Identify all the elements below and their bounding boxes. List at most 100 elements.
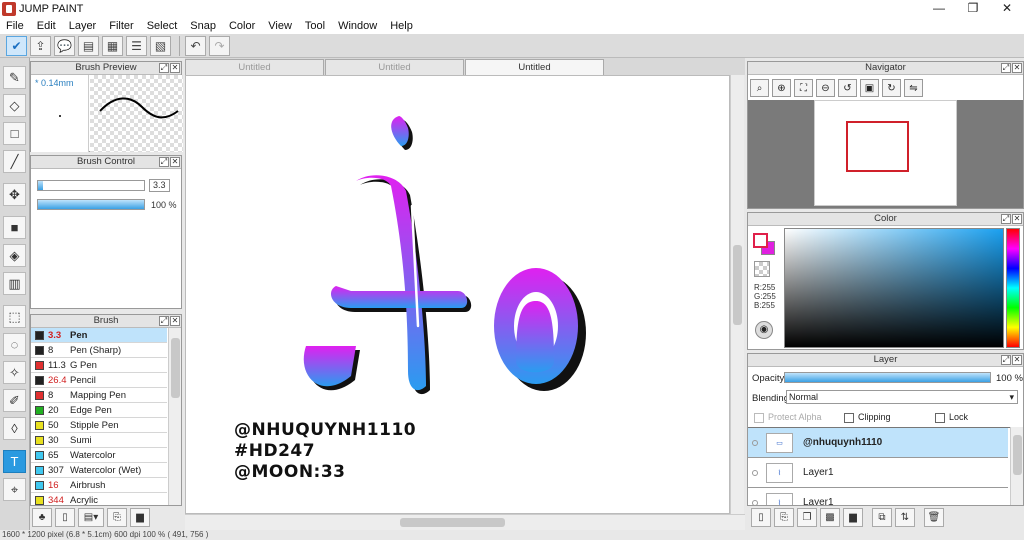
fill-rect-tool-icon[interactable]: ■	[3, 216, 26, 239]
undo-icon[interactable]: ↶	[185, 35, 206, 56]
comment-icon[interactable]: 💬	[54, 35, 75, 56]
layer-list-scrollbar[interactable]	[1010, 427, 1023, 505]
layer-opacity-slider[interactable]	[784, 372, 991, 383]
brush-list-item[interactable]: 30 Sumi	[31, 433, 167, 448]
hue-slider[interactable]	[1006, 228, 1020, 348]
lasso-select-tool-icon[interactable]: ◌	[3, 333, 26, 356]
brush-list-item[interactable]: 50 Stipple Pen	[31, 418, 167, 433]
layer-folder-icon[interactable]: ▆	[843, 508, 863, 527]
layer-settings-icon[interactable]: ⇅	[895, 508, 915, 527]
fit-screen-icon[interactable]: ⛶	[794, 79, 813, 97]
layer-item[interactable]: ▭ @nhuquynh1110	[748, 428, 1008, 458]
navigator-preview[interactable]	[814, 100, 957, 206]
brush-copy-icon[interactable]: ⎘	[107, 508, 127, 527]
brush-menu-icon[interactable]: ▤▾	[78, 508, 104, 527]
brush-list-item[interactable]: 344 Acrylic	[31, 493, 167, 505]
brush-list-item[interactable]: 8 Pen (Sharp)	[31, 343, 167, 358]
brush-opacity-slider[interactable]	[37, 199, 145, 210]
menu-edit[interactable]: Edit	[37, 20, 56, 32]
pen-tool-icon[interactable]: ✎	[3, 66, 26, 89]
select-eraser-tool-icon[interactable]: ◊	[3, 417, 26, 440]
brush-tree-icon[interactable]: ♣	[32, 508, 52, 527]
visibility-icon[interactable]	[752, 439, 758, 446]
viewport-rectangle[interactable]	[846, 121, 909, 172]
text-tool-icon[interactable]: T	[3, 450, 26, 473]
brush-list-item[interactable]: 11.3 G Pen	[31, 358, 167, 373]
menu-help[interactable]: Help	[390, 20, 413, 32]
message-icon[interactable]: ▤	[78, 35, 99, 56]
menu-select[interactable]: Select	[147, 20, 178, 32]
scroll-thumb[interactable]	[171, 338, 180, 398]
magic-wand-tool-icon[interactable]: ✧	[3, 361, 26, 384]
brush-list-item[interactable]: 3.3 Pen	[31, 328, 167, 343]
redo-icon[interactable]: ↷	[209, 35, 230, 56]
menu-snap[interactable]: Snap	[190, 20, 216, 32]
share-icon[interactable]: ⇪	[30, 35, 51, 56]
bucket-tool-icon[interactable]: ◈	[3, 244, 26, 267]
lock-checkbox[interactable]: Lock	[935, 412, 968, 423]
fg-bg-swatches[interactable]	[753, 233, 777, 257]
screentone-layer-icon[interactable]: ▩	[820, 508, 840, 527]
new-brush-icon[interactable]: ▯	[55, 508, 75, 527]
sync-cloud-icon[interactable]: ✔	[6, 35, 27, 56]
zoom-search-icon[interactable]: ⌕	[750, 79, 769, 97]
detach-icon[interactable]: ⤢	[159, 63, 169, 73]
clipping-checkbox[interactable]: Clipping	[844, 412, 891, 423]
blending-select[interactable]: Normal ▾	[786, 390, 1018, 404]
brush-list-item[interactable]: 307 Watercolor (Wet)	[31, 463, 167, 478]
eyedropper-tool-icon[interactable]: ⌖	[3, 478, 26, 501]
scroll-thumb[interactable]	[400, 518, 505, 527]
brush-list-item[interactable]: 20 Edge Pen	[31, 403, 167, 418]
visibility-icon[interactable]	[752, 469, 758, 476]
layer-item[interactable]: ⌇ Layer1	[748, 488, 1008, 505]
brush-size-slider[interactable]	[37, 180, 145, 191]
drawing-canvas[interactable]: @NHUQUYNH1110 #HD247 @MOON:33	[185, 75, 730, 514]
brush-list-scrollbar[interactable]	[168, 328, 181, 505]
brush-size-value[interactable]: 3.3	[149, 179, 170, 192]
canvas-vertical-scrollbar[interactable]	[730, 75, 744, 514]
close-icon[interactable]: ✕	[170, 157, 180, 167]
list-icon[interactable]: ☰	[126, 35, 147, 56]
detach-icon[interactable]: ⤢	[1001, 214, 1011, 224]
close-icon[interactable]: ✕	[1012, 214, 1022, 224]
scroll-thumb[interactable]	[1013, 435, 1022, 475]
menu-color[interactable]: Color	[229, 20, 255, 32]
new-layer-alt-icon[interactable]: ⎘	[774, 508, 794, 527]
tab-untitled-3[interactable]: Untitled	[465, 59, 604, 75]
eraser-tool-icon[interactable]: ◇	[3, 94, 26, 117]
duplicate-layer-icon[interactable]: ❐	[797, 508, 817, 527]
delete-layer-icon[interactable]: 🗑	[924, 508, 944, 527]
menu-window[interactable]: Window	[338, 20, 377, 32]
menu-filter[interactable]: Filter	[109, 20, 133, 32]
rect-select-tool-icon[interactable]: ⬚	[3, 305, 26, 328]
foreground-color-swatch[interactable]	[753, 233, 768, 248]
minimize-button[interactable]: —	[922, 0, 956, 17]
zoom-in-icon[interactable]: ⊕	[772, 79, 791, 97]
rectangle-tool-icon[interactable]: □	[3, 122, 26, 145]
document-icon[interactable]: ▦	[102, 35, 123, 56]
line-tool-icon[interactable]: ╱	[3, 150, 26, 173]
brush-list-item[interactable]: 16 Airbrush	[31, 478, 167, 493]
close-icon[interactable]: ✕	[1012, 63, 1022, 73]
flip-icon[interactable]: ⇋	[904, 79, 923, 97]
close-icon[interactable]: ✕	[170, 63, 180, 73]
close-icon[interactable]: ✕	[170, 316, 180, 326]
tab-untitled-2[interactable]: Untitled	[325, 59, 464, 75]
detach-icon[interactable]: ⤢	[1001, 355, 1011, 365]
select-pen-tool-icon[interactable]: ✐	[3, 389, 26, 412]
menu-tool[interactable]: Tool	[305, 20, 325, 32]
brush-folder-icon[interactable]: ▆	[130, 508, 150, 527]
tab-untitled-1[interactable]: Untitled	[185, 59, 324, 75]
maximize-button[interactable]: ❐	[956, 0, 990, 17]
rotate-left-icon[interactable]: ↺	[838, 79, 857, 97]
zoom-out-icon[interactable]: ⊖	[816, 79, 835, 97]
move-tool-icon[interactable]: ✥	[3, 183, 26, 206]
layer-item[interactable]: ⌇ Layer1	[748, 458, 1008, 488]
transparent-color-swatch[interactable]	[754, 261, 770, 277]
protect-alpha-checkbox[interactable]: Protect Alpha	[754, 412, 822, 423]
detach-icon[interactable]: ⤢	[1001, 63, 1011, 73]
brush-list-item[interactable]: 8 Mapping Pen	[31, 388, 167, 403]
rotate-right-icon[interactable]: ↻	[882, 79, 901, 97]
new-layer-icon[interactable]: ▯	[751, 508, 771, 527]
visibility-icon[interactable]	[752, 499, 758, 505]
